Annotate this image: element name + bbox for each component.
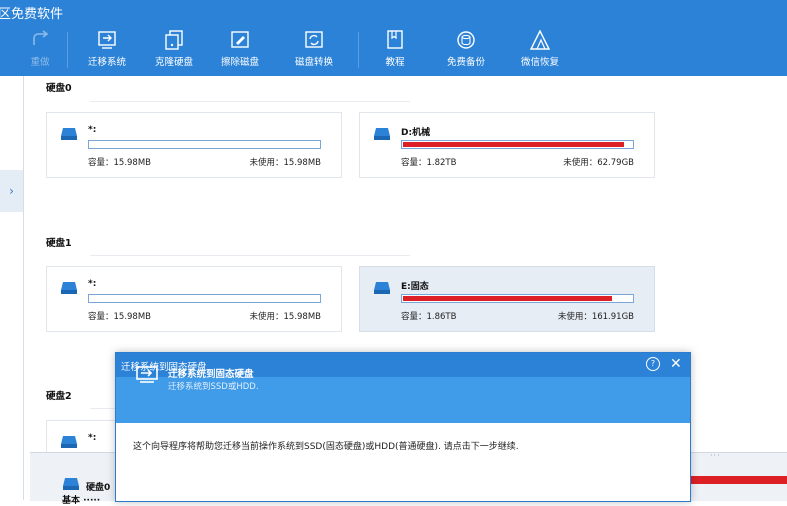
banner-title: 迁移系统到固态硬盘	[168, 369, 254, 380]
unused-text: 未使用：15.98MB	[249, 158, 322, 168]
clone-disk-label: 克隆硬盘	[154, 57, 193, 68]
usage-bar	[88, 294, 321, 303]
redo-icon	[33, 30, 49, 45]
disk-title: 硬盘0	[46, 83, 72, 94]
capacity-text: 容量：1.86TB	[401, 312, 457, 322]
partition-card[interactable]: D:机械 容量：1.82TB 未使用：62.79GB	[359, 112, 655, 178]
partition-name: *:	[88, 279, 97, 289]
dialog-description: 这个向导程序将帮助您迁移当前操作系统到SSD(固态硬盘)或HDD(普通硬盘). …	[133, 442, 519, 452]
partition-card[interactable]: *: 容量：15.98MB 未使用：15.98MB	[46, 112, 342, 178]
redo-label: 重做	[30, 57, 50, 68]
usage-bar	[401, 140, 634, 149]
migrate-os-dialog: 迁移系统到固态硬盘 ? ✕ 迁移系统到固态硬盘 迁移系统到SSD或HDD. 这个…	[115, 352, 691, 502]
banner-subtitle: 迁移系统到SSD或HDD.	[168, 382, 259, 392]
partition-name: D:机械	[401, 128, 431, 138]
free-backup-button[interactable]: 免费备份	[440, 30, 492, 72]
partition-name: *:	[88, 433, 97, 443]
drive-icon	[61, 282, 77, 294]
wechat-recovery-button[interactable]: 微信恢复	[514, 30, 566, 72]
partition-name: E:固态	[401, 282, 429, 292]
clone-disk-button[interactable]: 克隆硬盘	[150, 30, 198, 72]
toolbar-separator	[358, 32, 359, 68]
wipe-disk-label: 擦除磁盘	[220, 57, 259, 68]
capacity-text: 容量：15.98MB	[88, 158, 151, 168]
wipe-disk-button[interactable]: 擦除磁盘	[216, 30, 264, 72]
drive-icon	[374, 128, 390, 140]
book-icon	[387, 30, 403, 49]
migrate-icon	[98, 31, 116, 49]
wechat-recovery-label: 微信恢复	[520, 57, 559, 68]
redo-button[interactable]: 重做	[24, 30, 56, 72]
unused-text: 未使用：161.91GB	[557, 312, 634, 322]
disk-convert-label: 磁盘转换	[294, 57, 333, 68]
usage-bar	[88, 140, 321, 149]
unused-text: 未使用：62.79GB	[563, 158, 634, 168]
expand-panel-button[interactable]: ›	[0, 170, 23, 212]
disk-convert-button[interactable]: 磁盘转换	[290, 30, 338, 72]
bottom-disk-name[interactable]: 硬盘0	[86, 480, 110, 493]
clone-disk-icon	[165, 30, 183, 50]
partition-name: *:	[88, 125, 97, 135]
partition-card[interactable]: *: 容量：15.98MB 未使用：15.98MB	[46, 266, 342, 332]
usage-bar	[401, 294, 634, 303]
wipe-disk-icon	[231, 31, 249, 48]
drive-icon	[61, 436, 77, 448]
disk-divider	[90, 101, 410, 102]
drive-icon	[374, 282, 390, 294]
unused-text: 未使用：15.98MB	[249, 312, 322, 322]
drive-icon	[61, 128, 77, 140]
usage-bar-fill	[403, 142, 625, 147]
free-backup-label: 免费备份	[446, 57, 485, 68]
app-header: 区免费软件 重做 迁移系统 克隆硬盘 擦除磁盘 磁盘转换 教程 免费备份 微信恢…	[0, 0, 787, 76]
capacity-text: 容量：15.98MB	[88, 312, 151, 322]
left-panel	[0, 76, 24, 500]
disk-title: 硬盘2	[46, 391, 72, 402]
backup-icon	[457, 31, 475, 49]
close-icon[interactable]: ✕	[670, 355, 682, 373]
toolbar-separator	[67, 32, 68, 68]
migrate-os-label: 迁移系统	[87, 57, 126, 68]
partition-card-selected[interactable]: E:固态 容量：1.86TB 未使用：161.91GB	[359, 266, 655, 332]
tutorial-button[interactable]: 教程	[375, 30, 415, 72]
disk-divider	[90, 255, 410, 256]
tutorial-label: 教程	[385, 57, 405, 68]
chevron-right-icon: ›	[9, 184, 14, 198]
capacity-text: 容量：1.82TB	[401, 158, 457, 168]
drive-icon	[63, 478, 79, 490]
migrate-icon	[136, 366, 158, 383]
window-title: 区免费软件	[0, 7, 64, 22]
migrate-os-button[interactable]: 迁移系统	[83, 30, 131, 72]
bottom-usage-bar	[688, 476, 787, 484]
help-icon[interactable]: ?	[646, 357, 660, 371]
disk-title: 硬盘1	[46, 238, 72, 249]
panel-resize-handle[interactable]: ···	[710, 451, 721, 460]
wechat-recovery-icon	[529, 30, 551, 50]
usage-bar-fill	[403, 296, 613, 301]
disk-convert-icon	[305, 31, 323, 48]
